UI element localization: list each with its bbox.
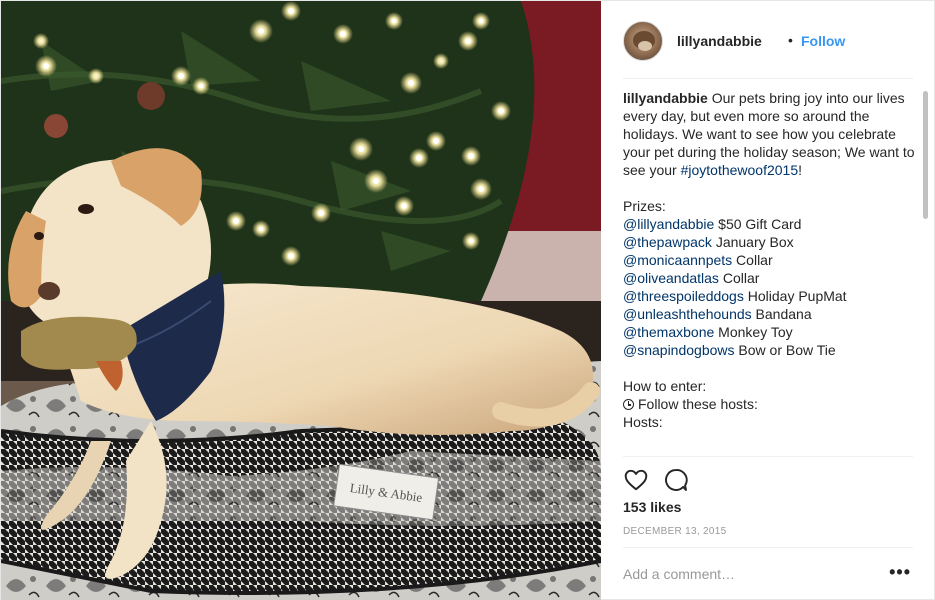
prize-text: January Box — [711, 234, 794, 250]
prize-line: @unleashthehounds Bandana — [623, 305, 919, 323]
prizes-title: Prizes: — [623, 198, 666, 214]
post-date[interactable]: DECEMBER 13, 2015 — [623, 526, 726, 537]
step-one: Follow these hosts: — [623, 395, 919, 413]
prize-line: @snapindogbows Bow or Bow Tie — [623, 341, 919, 359]
more-options-icon[interactable]: ••• — [889, 562, 911, 582]
how-to-enter: How to enter: — [623, 378, 707, 394]
prize-line: @oliveandatlas Collar — [623, 269, 919, 287]
comment-bubble-icon[interactable] — [663, 467, 689, 493]
prize-line: @monicaannpets Collar — [623, 251, 919, 269]
header-username[interactable]: lillyandabbie — [677, 33, 762, 49]
post-header: lillyandabbie • Follow — [623, 19, 913, 79]
instagram-post: Lilly & Abbie lillyandabbie • Follow lil… — [0, 0, 935, 600]
caption-text-end: ! — [798, 162, 803, 178]
prize-text: Bandana — [751, 306, 812, 322]
clock-emoji-icon — [623, 399, 634, 410]
prize-handle-link[interactable]: @snapindogbows — [623, 342, 735, 358]
scrollbar-thumb[interactable] — [923, 91, 928, 219]
header-separator: • — [788, 32, 793, 48]
prize-handle-link[interactable]: @themaxbone — [623, 324, 714, 340]
caption: lillyandabbie Our pets bring joy into ou… — [623, 89, 919, 431]
prize-text: Bow or Bow Tie — [734, 342, 836, 358]
prize-handle-link[interactable]: @lillyandabbie — [623, 216, 714, 232]
heart-icon[interactable] — [623, 467, 649, 493]
hosts-title: Hosts: — [623, 414, 663, 430]
prize-text: Collar — [718, 270, 760, 286]
prize-line: @themaxbone Monkey Toy — [623, 323, 919, 341]
step-one-text: Follow these hosts: — [638, 396, 758, 412]
avatar[interactable] — [623, 21, 663, 61]
avatar-dog-snout — [638, 41, 652, 51]
prize-text: $50 Gift Card — [714, 216, 802, 232]
prize-line: @thepawpack January Box — [623, 233, 919, 251]
caption-intro: lillyandabbie Our pets bring joy into ou… — [623, 89, 919, 179]
post-details-panel: lillyandabbie • Follow lillyandabbie Our… — [601, 1, 935, 600]
prize-line: @lillyandabbie $50 Gift Card — [623, 215, 919, 233]
likes-count[interactable]: 153 likes — [623, 499, 681, 515]
prize-handle-link[interactable]: @threespoileddogs — [623, 288, 744, 304]
prize-handle-link[interactable]: @thepawpack — [623, 234, 712, 250]
prize-text: Holiday PupMat — [743, 288, 847, 304]
prize-handle-link[interactable]: @unleashthehounds — [623, 306, 752, 322]
hashtag-link[interactable]: #joytothewoof2015 — [681, 162, 799, 178]
caption-username[interactable]: lillyandabbie — [623, 90, 708, 106]
post-actions — [623, 456, 913, 502]
prize-handle-link[interactable]: @oliveandatlas — [623, 270, 719, 286]
caption-scrollbar[interactable] — [921, 89, 929, 455]
prize-line: @threespoileddogs Holiday PupMat — [623, 287, 919, 305]
follow-button[interactable]: Follow — [801, 33, 845, 49]
prize-text: Collar — [732, 252, 773, 268]
post-photo[interactable]: Lilly & Abbie — [1, 1, 601, 600]
comment-input[interactable] — [623, 562, 873, 586]
caption-scroll-area[interactable]: lillyandabbie Our pets bring joy into ou… — [623, 89, 919, 455]
dog-photo-illustration: Lilly & Abbie — [1, 1, 601, 600]
prize-text: Monkey Toy — [714, 324, 793, 340]
prize-handle-link[interactable]: @monicaannpets — [623, 252, 732, 268]
comment-bar: ••• — [623, 547, 913, 600]
